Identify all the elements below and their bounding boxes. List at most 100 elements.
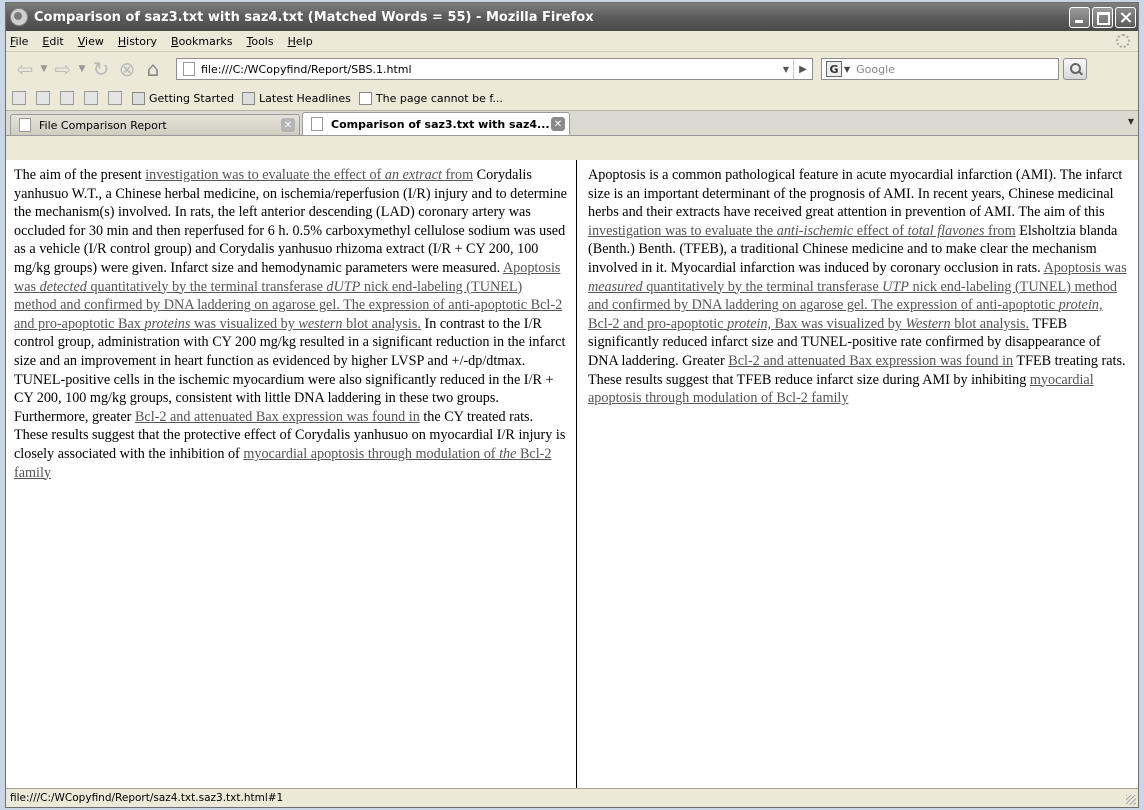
page-icon xyxy=(183,62,195,76)
tab-list-dropdown-icon[interactable]: ▼ xyxy=(1128,117,1134,126)
text: Bcl-2 and pro-apoptotic xyxy=(588,315,728,332)
bookmark-label: Getting Started xyxy=(149,91,235,105)
bookmark-latest-headlines[interactable]: Latest Headlines xyxy=(242,91,351,105)
tab-label: File Comparison Report xyxy=(39,118,167,132)
title-bar: Comparison of saz3.txt with saz4.txt (Ma… xyxy=(6,3,1138,31)
google-engine-icon[interactable]: G xyxy=(826,61,842,77)
window-title: Comparison of saz3.txt with saz4.txt (Ma… xyxy=(34,9,594,25)
back-history-dropdown-icon[interactable]: ▼ xyxy=(38,56,50,82)
stop-icon[interactable]: ⊗ xyxy=(114,56,140,82)
resize-grip[interactable] xyxy=(1126,795,1136,805)
text: western xyxy=(298,315,343,332)
text: an extract xyxy=(384,167,442,183)
forward-history-dropdown-icon[interactable]: ▼ xyxy=(76,56,88,82)
copy-icon[interactable] xyxy=(60,91,74,105)
tab-file-comparison-report[interactable]: File Comparison Report ✕ xyxy=(10,114,300,135)
text: blot analysis. xyxy=(342,315,421,332)
text: measured xyxy=(588,278,643,295)
left-document-pane: The aim of the present investigation was… xyxy=(6,160,577,790)
maximize-button[interactable] xyxy=(1092,6,1113,28)
text: Corydalis yanhusuo W.T., a Chinese herba… xyxy=(14,167,567,276)
text: proteins xyxy=(144,315,191,332)
menu-edit[interactable]: Edit xyxy=(42,35,63,48)
text: dUTP xyxy=(326,278,361,295)
text: Bcl-2 and attenuated Bax expression was … xyxy=(134,408,420,425)
back-icon[interactable]: ⇦ xyxy=(12,56,38,82)
bookmark-label: The page cannot be f... xyxy=(375,91,503,105)
text: Bax was visualized by xyxy=(771,315,906,332)
page-icon xyxy=(19,118,31,132)
menu-tools[interactable]: Tools xyxy=(246,35,273,48)
page-icon xyxy=(311,117,323,131)
text: from xyxy=(984,222,1016,239)
status-bar: file:///C:/WCopyfind/Report/saz4.txt.saz… xyxy=(6,788,1138,807)
text: investigation was to evaluate the effect… xyxy=(145,167,385,183)
match-link[interactable]: investigation was to evaluate the effect… xyxy=(145,167,473,183)
minimize-button[interactable] xyxy=(1069,6,1090,28)
bookmark-label: Latest Headlines xyxy=(259,91,351,105)
text: quantitatively by the terminal transfera… xyxy=(642,278,883,295)
text: detected xyxy=(39,278,87,295)
text: protein, xyxy=(1058,297,1103,314)
home-icon[interactable]: ⌂ xyxy=(140,56,166,82)
text: Bcl-2 and attenuated Bax expression was … xyxy=(728,352,1014,369)
text: quantitatively by the terminal transfera… xyxy=(86,278,327,295)
tab-close-icon[interactable]: ✕ xyxy=(281,118,295,132)
search-input[interactable]: Google xyxy=(856,63,1058,76)
bookmarks-toolbar: Getting Started Latest Headlines The pag… xyxy=(6,86,1138,111)
menu-bookmarks[interactable]: Bookmarks xyxy=(171,35,232,48)
match-link[interactable]: Bcl-2 and attenuated Bax expression was … xyxy=(728,353,1013,369)
bookmark-page-cannot-be-found[interactable]: The page cannot be f... xyxy=(358,91,503,105)
reload-icon[interactable]: ↻ xyxy=(88,56,114,82)
text: investigation was to evaluate the xyxy=(588,222,777,239)
new-window-icon[interactable] xyxy=(12,91,26,105)
menu-history[interactable]: History xyxy=(118,35,157,48)
browser-window: Comparison of saz3.txt with saz4.txt (Ma… xyxy=(5,2,1139,808)
match-link[interactable]: Bcl-2 and attenuated Bax expression was … xyxy=(135,409,420,425)
text: effect of xyxy=(853,222,908,239)
text: blot analysis. xyxy=(950,315,1030,332)
text: The aim of the present xyxy=(14,167,146,183)
text: Apoptosis was xyxy=(1043,259,1127,276)
page-icon xyxy=(358,91,372,105)
throbber-icon xyxy=(1116,34,1130,48)
bookmark-getting-started[interactable]: Getting Started xyxy=(132,91,235,105)
bookmark-icon xyxy=(132,91,145,105)
tab-label: Comparison of saz3.txt with saz4... xyxy=(331,117,550,131)
tab-comparison[interactable]: Comparison of saz3.txt with saz4... ✕ xyxy=(302,112,570,135)
text: UTP xyxy=(882,278,909,295)
close-button[interactable] xyxy=(1115,6,1136,28)
menu-view[interactable]: View xyxy=(78,35,104,48)
url-text[interactable]: file:///C:/WCopyfind/Report/SBS.1.html xyxy=(201,63,779,76)
menu-bar: File Edit View History Bookmarks Tools H… xyxy=(6,31,1138,52)
menu-help[interactable]: Help xyxy=(288,35,313,48)
search-box[interactable]: G ▼ Google xyxy=(821,58,1059,80)
text: total flavones xyxy=(907,222,985,239)
tab-close-icon[interactable]: ✕ xyxy=(551,117,565,131)
menu-file[interactable]: File xyxy=(10,35,28,48)
text: Apoptosis is a common pathological featu… xyxy=(588,167,1123,221)
print-icon[interactable] xyxy=(108,91,122,105)
cut-icon[interactable] xyxy=(36,91,50,105)
go-icon[interactable]: ▶ xyxy=(793,59,812,79)
right-document-pane: Apoptosis is a common pathological featu… xyxy=(578,160,1138,790)
forward-icon[interactable]: ⇨ xyxy=(50,56,76,82)
text: Western xyxy=(905,315,951,332)
rss-icon xyxy=(242,91,256,105)
search-icon[interactable] xyxy=(1063,58,1087,80)
text: was visualized by xyxy=(190,315,299,332)
text: protein, xyxy=(727,315,772,332)
text: myocardial apoptosis through modulation … xyxy=(243,445,500,462)
text: anti-ischemic xyxy=(776,222,854,239)
text: the xyxy=(499,445,517,462)
status-text: file:///C:/WCopyfind/Report/saz4.txt.saz… xyxy=(10,792,284,804)
url-bar[interactable]: file:///C:/WCopyfind/Report/SBS.1.html ▼… xyxy=(176,58,813,80)
match-link[interactable]: investigation was to evaluate the anti-i… xyxy=(588,223,1016,239)
tab-strip: File Comparison Report ✕ Comparison of s… xyxy=(6,111,1138,136)
page-content: The aim of the present investigation was… xyxy=(6,160,1138,790)
url-dropdown-icon[interactable]: ▼ xyxy=(779,65,793,74)
text: from xyxy=(441,167,474,183)
engine-dropdown-icon[interactable]: ▼ xyxy=(844,65,850,74)
paste-icon[interactable] xyxy=(84,91,98,105)
navigation-toolbar: ⇦ ▼ ⇨ ▼ ↻ ⊗ ⌂ file:///C:/WCopyfind/Repor… xyxy=(6,52,1138,86)
